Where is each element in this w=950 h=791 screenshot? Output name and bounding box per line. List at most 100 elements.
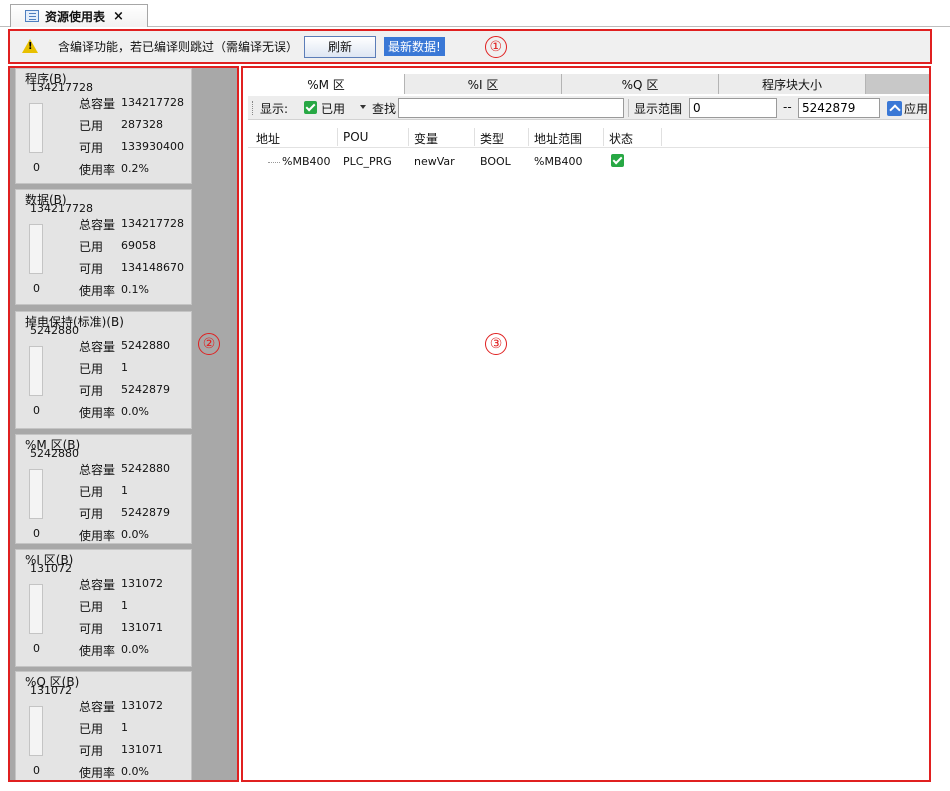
card-total-value: 5242880 [121, 462, 170, 475]
card-free-label: 可用 [79, 622, 104, 636]
card-used-value: 1 [121, 599, 128, 612]
card-total-value: 131072 [121, 699, 163, 712]
card-rate-value: 0.0% [121, 765, 149, 778]
cell-type: BOOL [480, 155, 511, 168]
card-total-row: 总容量 5242880 [79, 338, 170, 355]
card-free-row: 可用 5242879 [79, 382, 170, 399]
area-tab-bar: %M 区 %I 区 %Q 区 程序块大小 [248, 74, 929, 94]
card-capacity: 131072 [30, 684, 72, 697]
card-total-row: 总容量 131072 [79, 576, 163, 593]
card-capacity: 134217728 [30, 81, 93, 94]
refresh-button[interactable]: 刷新 [304, 35, 377, 58]
warning-bar: 含编译功能，若已编译则跳过（需编译无误） 刷新 最新数据! ① [8, 29, 932, 64]
column-status[interactable]: 状态 [609, 130, 633, 147]
callout-2: ② [198, 333, 220, 355]
apply-icon[interactable] [887, 101, 902, 116]
callout-1: ① [484, 35, 507, 58]
card-free-value: 134148670 [121, 261, 184, 274]
usage-summary-panel: 程序(B) 134217728 0 总容量 134217728 已用 287328 可用 133… [8, 66, 239, 782]
card-used-label: 已用 [79, 362, 104, 376]
card-used-value: 287328 [121, 118, 163, 131]
column-divider [661, 128, 662, 146]
card-free-row: 可用 131071 [79, 742, 163, 759]
card-total-value: 5242880 [121, 339, 170, 352]
card-total-row: 总容量 134217728 [79, 95, 184, 112]
card-rate-value: 0.0% [121, 643, 149, 656]
range-from-input[interactable] [689, 98, 777, 118]
range-separator: -- [783, 100, 792, 114]
tab-q-area[interactable]: %Q 区 [562, 74, 719, 94]
close-icon[interactable]: × [113, 9, 124, 24]
find-label: 查找 [372, 102, 397, 116]
column-variable[interactable]: 变量 [414, 130, 438, 147]
usage-card: 数据(B) 134217728 0 总容量 134217728 已用 69058 可用 1341… [15, 189, 192, 305]
card-used-value: 69058 [121, 239, 156, 252]
card-free-row: 可用 5242879 [79, 505, 170, 522]
card-used-label: 已用 [79, 600, 104, 614]
tab-m-area[interactable]: %M 区 [248, 74, 405, 94]
chevron-down-icon[interactable] [360, 105, 366, 109]
card-used-row: 已用 69058 [79, 238, 156, 255]
usage-card: %Q 区(B) 131072 0 总容量 131072 已用 1 可用 131071 使用率 0.0… [15, 671, 192, 780]
card-used-label: 已用 [79, 240, 104, 254]
table-header: 地址 POU 变量 类型 地址范围 状态 [248, 126, 929, 148]
usage-bar [29, 706, 43, 756]
usage-bar [29, 224, 43, 274]
column-address[interactable]: 地址 [256, 130, 280, 147]
usage-bar [29, 103, 43, 153]
usage-bar-min: 0 [33, 282, 40, 295]
card-used-row: 已用 287328 [79, 117, 163, 134]
used-filter-checkbox[interactable] [304, 101, 317, 114]
card-free-value: 131071 [121, 621, 163, 634]
card-rate-row: 使用率 0.0% [79, 642, 149, 659]
show-label: 显示: [260, 102, 289, 116]
card-rate-label: 使用率 [79, 644, 116, 658]
document-tab-strip: 资源使用表 × [0, 0, 950, 27]
tab-program-block-size[interactable]: 程序块大小 [719, 74, 866, 94]
card-used-row: 已用 1 [79, 598, 128, 615]
usage-card: 程序(B) 134217728 0 总容量 134217728 已用 287328 可用 133… [15, 68, 192, 184]
card-free-row: 可用 134148670 [79, 260, 184, 277]
card-rate-label: 使用率 [79, 284, 116, 298]
table-row[interactable]: %MB400 PLC_PRG newVar BOOL %MB400 [248, 153, 929, 171]
card-total-label: 总容量 [79, 340, 116, 354]
filter-toolbar: 显示: 已用 查找 显示范围 -- 应用 [248, 96, 929, 120]
detail-panel: %M 区 %I 区 %Q 区 程序块大小 显示: 已用 查找 显示范围 -- 应… [241, 66, 931, 782]
column-type[interactable]: 类型 [480, 130, 504, 147]
usage-card: %I 区(B) 131072 0 总容量 131072 已用 1 可用 131071 使用率 0.0… [15, 549, 192, 667]
used-filter-label[interactable]: 已用 [321, 100, 345, 117]
usage-bar-min: 0 [33, 404, 40, 417]
card-free-value: 131071 [121, 743, 163, 756]
card-free-label: 可用 [79, 744, 104, 758]
card-rate-label: 使用率 [79, 406, 116, 420]
cell-variable: newVar [414, 155, 455, 168]
card-rate-value: 0.0% [121, 405, 149, 418]
card-free-value: 5242879 [121, 506, 170, 519]
find-input[interactable] [398, 98, 624, 118]
range-to-input[interactable] [798, 98, 880, 118]
card-used-value: 1 [121, 721, 128, 734]
column-address-range[interactable]: 地址范围 [534, 130, 582, 147]
tab-i-area[interactable]: %I 区 [405, 74, 562, 94]
usage-card: %M 区(B) 5242880 0 总容量 5242880 已用 1 可用 5242879 使用率… [15, 434, 192, 544]
tab-resource-usage[interactable]: 资源使用表 × [10, 4, 148, 27]
card-free-label: 可用 [79, 262, 104, 276]
card-rate-row: 使用率 0.0% [79, 404, 149, 421]
column-divider [408, 128, 409, 146]
column-divider [528, 128, 529, 146]
card-rate-row: 使用率 0.0% [79, 527, 149, 544]
column-pou[interactable]: POU [343, 130, 368, 144]
card-used-label: 已用 [79, 485, 104, 499]
apply-button[interactable]: 应用 [904, 100, 928, 117]
toolbar-grip[interactable] [252, 101, 254, 115]
card-used-value: 1 [121, 484, 128, 497]
card-free-value: 133930400 [121, 140, 184, 153]
callout-3: ③ [485, 333, 507, 355]
tree-connector [268, 162, 280, 163]
card-total-label: 总容量 [79, 463, 116, 477]
card-rate-label: 使用率 [79, 163, 116, 177]
card-capacity: 5242880 [30, 447, 79, 460]
card-total-row: 总容量 131072 [79, 698, 163, 715]
cell-address: %MB400 [282, 155, 331, 168]
usage-bar-min: 0 [33, 764, 40, 777]
